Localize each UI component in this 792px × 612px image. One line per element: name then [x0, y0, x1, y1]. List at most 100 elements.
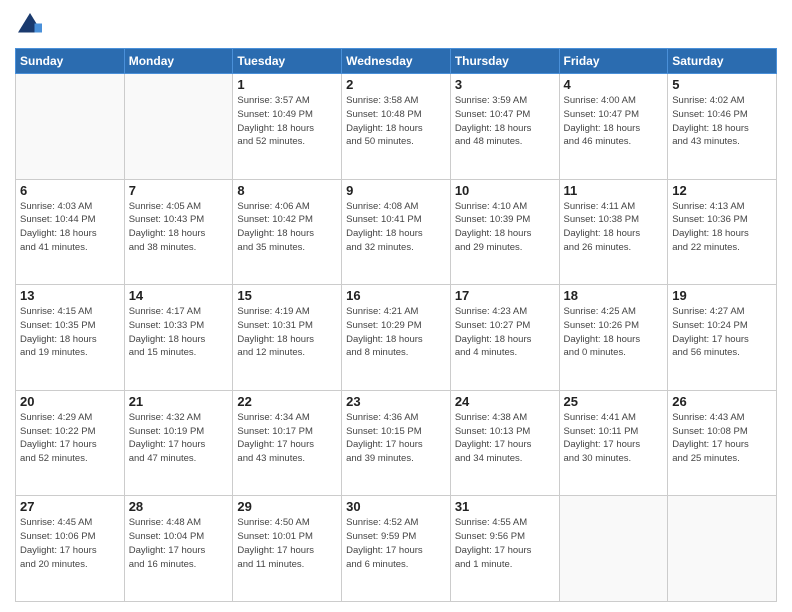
- day-number: 1: [237, 77, 337, 92]
- day-info: Sunrise: 4:50 AM Sunset: 10:01 PM Daylig…: [237, 516, 337, 571]
- day-info: Sunrise: 4:05 AM Sunset: 10:43 PM Daylig…: [129, 200, 229, 255]
- calendar-cell: 16Sunrise: 4:21 AM Sunset: 10:29 PM Dayl…: [342, 285, 451, 391]
- day-number: 9: [346, 183, 446, 198]
- day-number: 28: [129, 499, 229, 514]
- calendar-cell: 21 Sunrise: 4:32 AM Sunset: 10:19 PM Dayl…: [124, 390, 233, 496]
- calendar-cell: 8Sunrise: 4:06 AM Sunset: 10:42 PM Dayli…: [233, 179, 342, 285]
- day-number: 7: [129, 183, 229, 198]
- day-number: 31: [455, 499, 555, 514]
- calendar-cell: 23 Sunrise: 4:36 AM Sunset: 10:15 PM Dayl…: [342, 390, 451, 496]
- day-number: 25: [564, 394, 664, 409]
- calendar-cell: 17Sunrise: 4:23 AM Sunset: 10:27 PM Dayl…: [450, 285, 559, 391]
- day-number: 5: [672, 77, 772, 92]
- day-info: Sunrise: 4:17 AM Sunset: 10:33 PM Daylig…: [129, 305, 229, 360]
- day-number: 19: [672, 288, 772, 303]
- day-info: Sunrise: 4:27 AM Sunset: 10:24 PM Daylig…: [672, 305, 772, 360]
- day-number: 30: [346, 499, 446, 514]
- day-number: 6: [20, 183, 120, 198]
- day-number: 13: [20, 288, 120, 303]
- day-number: 29: [237, 499, 337, 514]
- calendar-week-3: 13 Sunrise: 4:15 AM Sunset: 10:35 PM Dayl…: [16, 285, 777, 391]
- calendar-cell: 10 Sunrise: 4:10 AM Sunset: 10:39 PM Dayl…: [450, 179, 559, 285]
- calendar-cell: 25 Sunrise: 4:41 AM Sunset: 10:11 PM Dayl…: [559, 390, 668, 496]
- day-number: 12: [672, 183, 772, 198]
- weekday-header-thursday: Thursday: [450, 49, 559, 74]
- day-info: Sunrise: 4:06 AM Sunset: 10:42 PM Daylig…: [237, 200, 337, 255]
- weekday-header-sunday: Sunday: [16, 49, 125, 74]
- calendar-cell: 5 Sunrise: 4:02 AM Sunset: 10:46 PM Dayli…: [668, 74, 777, 180]
- day-number: 15: [237, 288, 337, 303]
- day-number: 27: [20, 499, 120, 514]
- calendar-week-1: 1 Sunrise: 3:57 AM Sunset: 10:49 PM Dayli…: [16, 74, 777, 180]
- day-number: 18: [564, 288, 664, 303]
- logo: [15, 10, 49, 40]
- day-number: 4: [564, 77, 664, 92]
- calendar-cell: 7 Sunrise: 4:05 AM Sunset: 10:43 PM Dayli…: [124, 179, 233, 285]
- day-info: Sunrise: 4:19 AM Sunset: 10:31 PM Daylig…: [237, 305, 337, 360]
- calendar-cell: 20 Sunrise: 4:29 AM Sunset: 10:22 PM Dayl…: [16, 390, 125, 496]
- day-info: Sunrise: 4:34 AM Sunset: 10:17 PM Daylig…: [237, 411, 337, 466]
- day-number: 23: [346, 394, 446, 409]
- day-info: Sunrise: 4:48 AM Sunset: 10:04 PM Daylig…: [129, 516, 229, 571]
- day-number: 21: [129, 394, 229, 409]
- calendar-cell: 27 Sunrise: 4:45 AM Sunset: 10:06 PM Dayl…: [16, 496, 125, 602]
- calendar-cell: 9 Sunrise: 4:08 AM Sunset: 10:41 PM Dayli…: [342, 179, 451, 285]
- calendar-cell: 26 Sunrise: 4:43 AM Sunset: 10:08 PM Dayl…: [668, 390, 777, 496]
- calendar-cell: 4 Sunrise: 4:00 AM Sunset: 10:47 PM Dayli…: [559, 74, 668, 180]
- calendar-cell: 15 Sunrise: 4:19 AM Sunset: 10:31 PM Dayl…: [233, 285, 342, 391]
- calendar-header-row: SundayMondayTuesdayWednesdayThursdayFrid…: [16, 49, 777, 74]
- day-info: Sunrise: 3:58 AM Sunset: 10:48 PM Daylig…: [346, 94, 446, 149]
- day-info: Sunrise: 4:29 AM Sunset: 10:22 PM Daylig…: [20, 411, 120, 466]
- calendar-week-4: 20 Sunrise: 4:29 AM Sunset: 10:22 PM Dayl…: [16, 390, 777, 496]
- day-info: Sunrise: 4:11 AM Sunset: 10:38 PM Daylig…: [564, 200, 664, 255]
- day-number: 24: [455, 394, 555, 409]
- calendar-cell: 24 Sunrise: 4:38 AM Sunset: 10:13 PM Dayl…: [450, 390, 559, 496]
- weekday-header-monday: Monday: [124, 49, 233, 74]
- day-info: Sunrise: 4:15 AM Sunset: 10:35 PM Daylig…: [20, 305, 120, 360]
- day-info: Sunrise: 4:25 AM Sunset: 10:26 PM Daylig…: [564, 305, 664, 360]
- day-info: Sunrise: 3:59 AM Sunset: 10:47 PM Daylig…: [455, 94, 555, 149]
- page: SundayMondayTuesdayWednesdayThursdayFrid…: [0, 0, 792, 612]
- day-number: 22: [237, 394, 337, 409]
- calendar-cell: [16, 74, 125, 180]
- day-info: Sunrise: 4:08 AM Sunset: 10:41 PM Daylig…: [346, 200, 446, 255]
- weekday-header-tuesday: Tuesday: [233, 49, 342, 74]
- day-info: Sunrise: 4:45 AM Sunset: 10:06 PM Daylig…: [20, 516, 120, 571]
- calendar-table: SundayMondayTuesdayWednesdayThursdayFrid…: [15, 48, 777, 602]
- day-number: 16: [346, 288, 446, 303]
- day-info: Sunrise: 4:13 AM Sunset: 10:36 PM Daylig…: [672, 200, 772, 255]
- day-number: 14: [129, 288, 229, 303]
- day-number: 10: [455, 183, 555, 198]
- day-info: Sunrise: 4:36 AM Sunset: 10:15 PM Daylig…: [346, 411, 446, 466]
- day-info: Sunrise: 4:41 AM Sunset: 10:11 PM Daylig…: [564, 411, 664, 466]
- header: [15, 10, 777, 40]
- day-info: Sunrise: 4:38 AM Sunset: 10:13 PM Daylig…: [455, 411, 555, 466]
- day-number: 17: [455, 288, 555, 303]
- day-info: Sunrise: 4:10 AM Sunset: 10:39 PM Daylig…: [455, 200, 555, 255]
- day-number: 3: [455, 77, 555, 92]
- calendar-cell: 6 Sunrise: 4:03 AM Sunset: 10:44 PM Dayli…: [16, 179, 125, 285]
- day-info: Sunrise: 4:43 AM Sunset: 10:08 PM Daylig…: [672, 411, 772, 466]
- logo-icon: [15, 10, 45, 40]
- calendar-cell: 18 Sunrise: 4:25 AM Sunset: 10:26 PM Dayl…: [559, 285, 668, 391]
- day-info: Sunrise: 4:00 AM Sunset: 10:47 PM Daylig…: [564, 94, 664, 149]
- day-number: 26: [672, 394, 772, 409]
- day-number: 2: [346, 77, 446, 92]
- day-info: Sunrise: 4:03 AM Sunset: 10:44 PM Daylig…: [20, 200, 120, 255]
- calendar-cell: 19 Sunrise: 4:27 AM Sunset: 10:24 PM Dayl…: [668, 285, 777, 391]
- calendar-cell: 31Sunrise: 4:55 AM Sunset: 9:56 PM Dayli…: [450, 496, 559, 602]
- calendar-cell: 1 Sunrise: 3:57 AM Sunset: 10:49 PM Dayli…: [233, 74, 342, 180]
- day-number: 20: [20, 394, 120, 409]
- calendar-cell: 13 Sunrise: 4:15 AM Sunset: 10:35 PM Dayl…: [16, 285, 125, 391]
- day-info: Sunrise: 4:02 AM Sunset: 10:46 PM Daylig…: [672, 94, 772, 149]
- calendar-cell: [668, 496, 777, 602]
- calendar-cell: 30 Sunrise: 4:52 AM Sunset: 9:59 PM Dayli…: [342, 496, 451, 602]
- day-info: Sunrise: 4:32 AM Sunset: 10:19 PM Daylig…: [129, 411, 229, 466]
- day-info: Sunrise: 4:52 AM Sunset: 9:59 PM Dayligh…: [346, 516, 446, 571]
- calendar-week-2: 6 Sunrise: 4:03 AM Sunset: 10:44 PM Dayli…: [16, 179, 777, 285]
- calendar-cell: 2 Sunrise: 3:58 AM Sunset: 10:48 PM Dayli…: [342, 74, 451, 180]
- calendar-cell: 12 Sunrise: 4:13 AM Sunset: 10:36 PM Dayl…: [668, 179, 777, 285]
- weekday-header-wednesday: Wednesday: [342, 49, 451, 74]
- calendar-cell: 3 Sunrise: 3:59 AM Sunset: 10:47 PM Dayli…: [450, 74, 559, 180]
- day-info: Sunrise: 3:57 AM Sunset: 10:49 PM Daylig…: [237, 94, 337, 149]
